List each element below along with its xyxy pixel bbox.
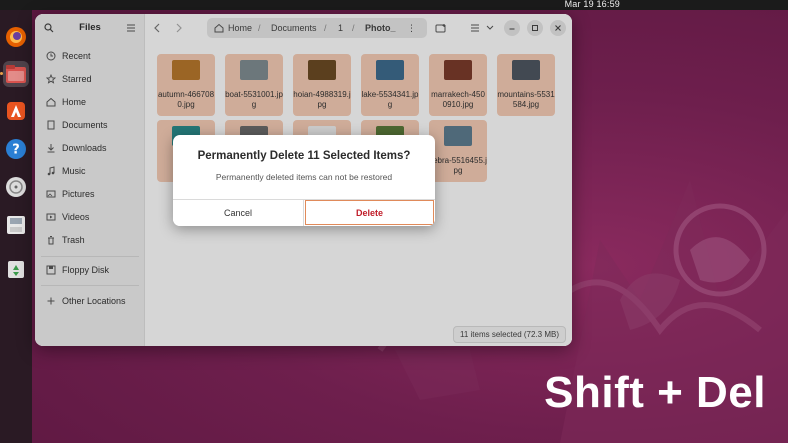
firefox-icon[interactable] [3,24,29,50]
dock: ? [0,10,32,443]
files-app-icon[interactable] [3,61,29,87]
delete-confirmation-dialog: Permanently Delete 11 Selected Items? Pe… [173,135,435,226]
help-icon[interactable]: ? [3,136,29,162]
disk-utility-icon[interactable] [3,174,29,200]
cancel-button[interactable]: Cancel [173,199,304,226]
dialog-message: Permanently deleted items can not be res… [215,172,393,182]
clock[interactable]: Mar 19 16:59 [565,0,620,9]
floppy-drive-icon[interactable] [3,212,29,238]
shortcut-caption: Shift + Del [544,368,766,417]
dialog-title: Permanently Delete 11 Selected Items? [197,150,411,162]
delete-button[interactable]: Delete [304,199,435,226]
trash-dock-icon[interactable] [3,256,29,282]
active-app-indicator [0,72,3,75]
svg-text:?: ? [12,143,20,158]
top-bar: Mar 19 16:59 [0,0,788,10]
app-center-icon[interactable] [3,98,29,124]
